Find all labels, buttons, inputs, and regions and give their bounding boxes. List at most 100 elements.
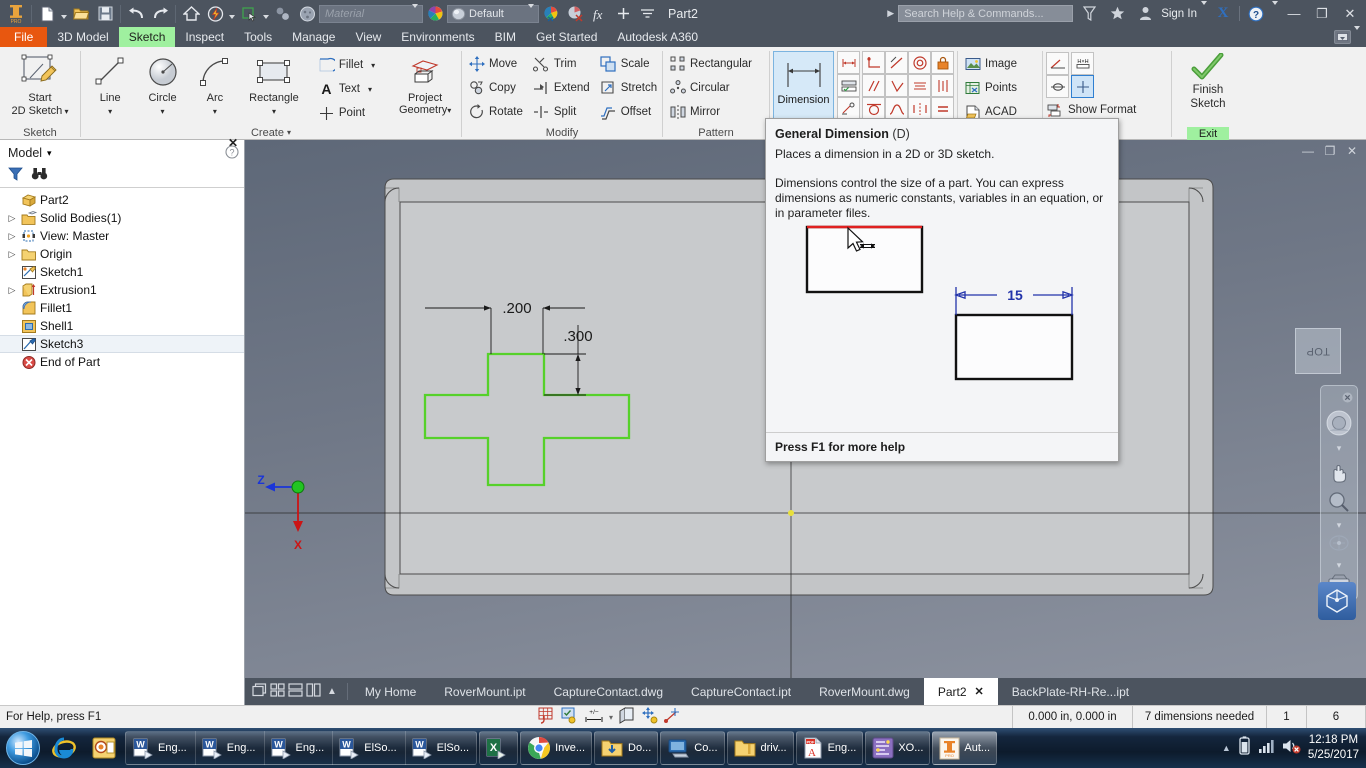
volume-muted-icon[interactable] [1282, 738, 1301, 759]
scale-button[interactable]: Scale [597, 52, 660, 76]
sign-in-label[interactable]: Sign In [1161, 8, 1197, 20]
perpendicular-constraint-icon[interactable] [885, 74, 908, 97]
tree-item-solid-bodies[interactable]: ▷ Solid Bodies(1) [0, 209, 244, 227]
tree-item-part2[interactable]: Part2 [0, 191, 244, 209]
show-constraints-icon[interactable] [837, 74, 860, 97]
panel-create-expand-icon[interactable]: ▾ [287, 128, 291, 137]
circular-pattern-button[interactable]: Circular [666, 76, 755, 100]
taskbar-item-word-5[interactable]: W ElSo... [404, 731, 475, 765]
dimension-value-300[interactable]: .300 [563, 328, 592, 345]
pan-hand-icon[interactable] [1327, 460, 1351, 489]
coincident-constraint-icon[interactable] [862, 51, 885, 74]
tree-twisty[interactable]: ▷ [6, 213, 18, 224]
save-icon[interactable] [93, 2, 117, 26]
show-hidden-icons-button[interactable]: ▲ [1222, 743, 1231, 753]
taskbar-item-xo[interactable]: XO... [865, 731, 931, 765]
quicklaunch-internet-explorer[interactable] [45, 731, 83, 765]
color-wheel-icon[interactable] [423, 2, 447, 26]
ribbon-tab-view[interactable]: View [345, 27, 391, 47]
collinear-constraint-icon[interactable] [885, 51, 908, 74]
start-button[interactable] [6, 731, 40, 765]
parameters-fx-icon[interactable]: fx [587, 2, 611, 26]
offset-button[interactable]: Offset [597, 100, 660, 124]
split-icon[interactable] [306, 683, 321, 700]
update-dropdown-icon[interactable] [227, 2, 237, 26]
search-expand-icon[interactable]: ▶ [887, 8, 894, 19]
stack-icon[interactable] [288, 683, 303, 700]
search-input[interactable]: Search Help & Commands... [898, 5, 1074, 22]
binoculars-icon[interactable] [31, 167, 48, 186]
new-file-icon[interactable] [35, 2, 59, 26]
add-qat-icon[interactable] [611, 2, 635, 26]
construction-line-icon[interactable] [1046, 52, 1069, 75]
parallel-constraint-icon[interactable] [862, 74, 885, 97]
ribbon-tab-environments[interactable]: Environments [391, 27, 484, 47]
doc-tab-rovermount-ipt[interactable]: RoverMount.ipt [430, 678, 539, 705]
circle-dropdown-icon[interactable]: ▾ [161, 107, 165, 116]
exchange-apps-icon[interactable]: X [1211, 3, 1235, 25]
tangent-constraint-icon[interactable] [862, 97, 885, 120]
insert-points-button[interactable]: Points [961, 76, 1020, 100]
update-icon[interactable] [203, 2, 227, 26]
taskbar-item-downloads[interactable]: Do... [594, 731, 659, 765]
ribbon-minimize-dropdown-icon[interactable] [1354, 26, 1360, 44]
close-button[interactable]: ✕ [1338, 3, 1362, 25]
circle-button[interactable]: Circle ▾ [136, 49, 188, 118]
material-dropdown-icon[interactable] [412, 3, 418, 20]
signin-dropdown-icon[interactable] [1201, 0, 1207, 23]
adjust-appearance-icon[interactable] [539, 2, 563, 26]
tile-icon[interactable] [252, 683, 267, 700]
grid-icon[interactable] [270, 683, 285, 700]
vertical-constraint-icon[interactable] [931, 74, 954, 97]
material-browser-icon[interactable] [295, 2, 319, 26]
tree-item-fillet1[interactable]: Fillet1 [0, 299, 244, 317]
ribbon-tab-tools[interactable]: Tools [234, 27, 282, 47]
help-icon[interactable]: ? [1244, 3, 1268, 25]
project-geometry-dropdown-icon[interactable]: ▾ [447, 106, 451, 115]
qat-customize-icon[interactable] [635, 2, 659, 26]
bulletin-icon[interactable] [1077, 3, 1101, 25]
select-mode-icon[interactable] [237, 2, 261, 26]
line-dropdown-icon[interactable]: ▾ [108, 107, 112, 116]
rectangle-button[interactable]: Rectangle ▾ [241, 49, 307, 118]
ribbon-minimize-icon[interactable] [1334, 30, 1351, 44]
tree-item-extrusion1[interactable]: ▷ Extrusion1 [0, 281, 244, 299]
filter-icon[interactable] [8, 167, 23, 186]
rectangular-pattern-button[interactable]: Rectangular [666, 52, 755, 76]
trim-button[interactable]: Trim [530, 52, 593, 76]
ribbon-tab-file[interactable]: File [0, 27, 48, 47]
steering-wheel-dropdown-icon[interactable]: ▾ [1337, 443, 1342, 454]
horizontal-constraint-icon[interactable] [908, 74, 931, 97]
tree-item-view-master[interactable]: ▷ View: Master [0, 227, 244, 245]
battery-icon[interactable] [1238, 736, 1251, 760]
restore-button[interactable]: ❐ [1310, 3, 1334, 25]
help-dropdown-icon[interactable] [1272, 0, 1278, 23]
doc-tab-my-home[interactable]: My Home [351, 678, 430, 705]
tree-item-end-of-part[interactable]: End of Part [0, 353, 244, 371]
start-2d-sketch-button[interactable]: Start 2D Sketch ▾ [9, 49, 71, 118]
favorites-star-icon[interactable] [1105, 3, 1129, 25]
project-geometry-button[interactable]: Project Geometry▾ [392, 49, 458, 117]
tree-twisty[interactable]: ▷ [6, 285, 18, 296]
fillet-button[interactable]: Fillet ▾ [315, 53, 378, 77]
center-point-icon[interactable] [1071, 75, 1094, 98]
taskbar-item-chrome[interactable]: Inve... [520, 731, 593, 765]
fillet-dropdown-icon[interactable]: ▾ [371, 61, 375, 70]
ribbon-tab-autodesk-a360[interactable]: Autodesk A360 [607, 27, 708, 47]
dimension-value-200[interactable]: .200 [502, 300, 531, 317]
insert-image-button[interactable]: Image [961, 52, 1020, 76]
material-selector[interactable]: Material [319, 3, 423, 23]
home-icon[interactable] [179, 2, 203, 26]
doc-tab-backplate-rh[interactable]: BackPlate-RH-Re...ipt [998, 678, 1143, 705]
copy-button[interactable]: Copy [465, 76, 526, 100]
steering-wheel-icon[interactable] [1325, 409, 1353, 442]
ribbon-tab-3d-model[interactable]: 3D Model [47, 27, 118, 47]
taskbar-item-word-3[interactable]: W Eng... [263, 731, 331, 765]
tree-twisty[interactable]: ▷ [6, 249, 18, 260]
stretch-button[interactable]: Stretch [597, 76, 660, 100]
rotate-button[interactable]: Rotate [465, 100, 526, 124]
clear-appearance-icon[interactable] [563, 2, 587, 26]
select-dropdown-icon[interactable] [261, 2, 271, 26]
fix-constraint-icon[interactable] [931, 51, 954, 74]
nav-close-icon[interactable] [1342, 390, 1353, 408]
